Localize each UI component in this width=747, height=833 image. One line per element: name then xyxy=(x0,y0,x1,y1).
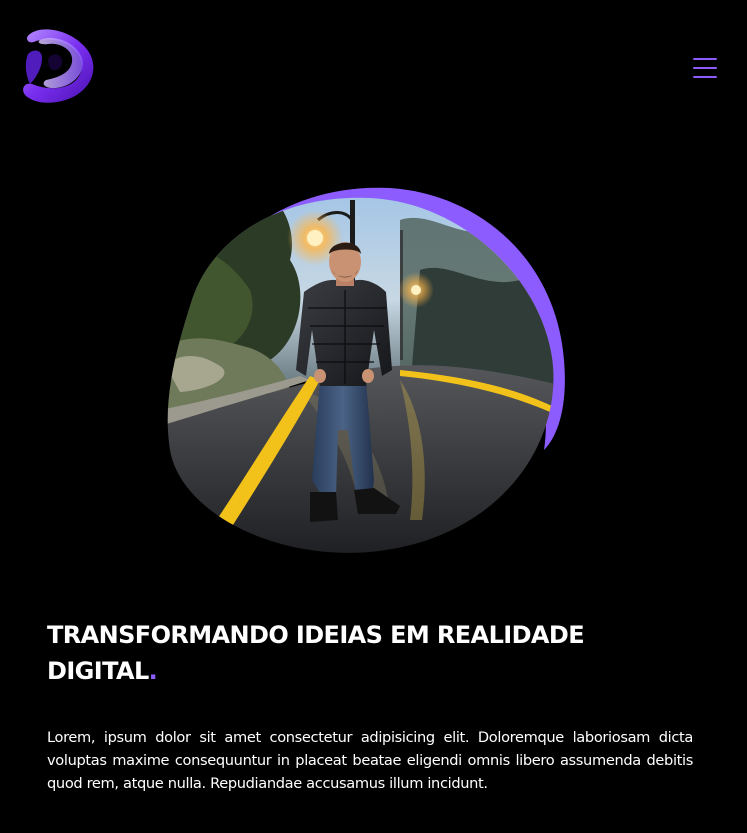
hero-headline: TRANSFORMANDO IDEIAS EM REALIDADE DIGITA… xyxy=(47,617,687,689)
brand-logo-icon[interactable] xyxy=(20,26,102,106)
page: TRANSFORMANDO IDEIAS EM REALIDADE DIGITA… xyxy=(0,0,747,833)
menu-line-top xyxy=(693,58,717,60)
headline-text: TRANSFORMANDO IDEIAS EM REALIDADE DIGITA… xyxy=(47,621,585,685)
menu-line-bottom xyxy=(693,76,717,78)
menu-line-middle xyxy=(693,67,717,69)
hero-description: Lorem, ipsum dolor sit amet consectetur … xyxy=(47,729,693,792)
hero-image xyxy=(160,180,580,565)
hero-photo-svg xyxy=(167,187,565,553)
hamburger-menu-icon[interactable] xyxy=(688,54,722,82)
headline-accent-dot: . xyxy=(148,657,158,685)
brand-logo-svg xyxy=(23,29,94,103)
